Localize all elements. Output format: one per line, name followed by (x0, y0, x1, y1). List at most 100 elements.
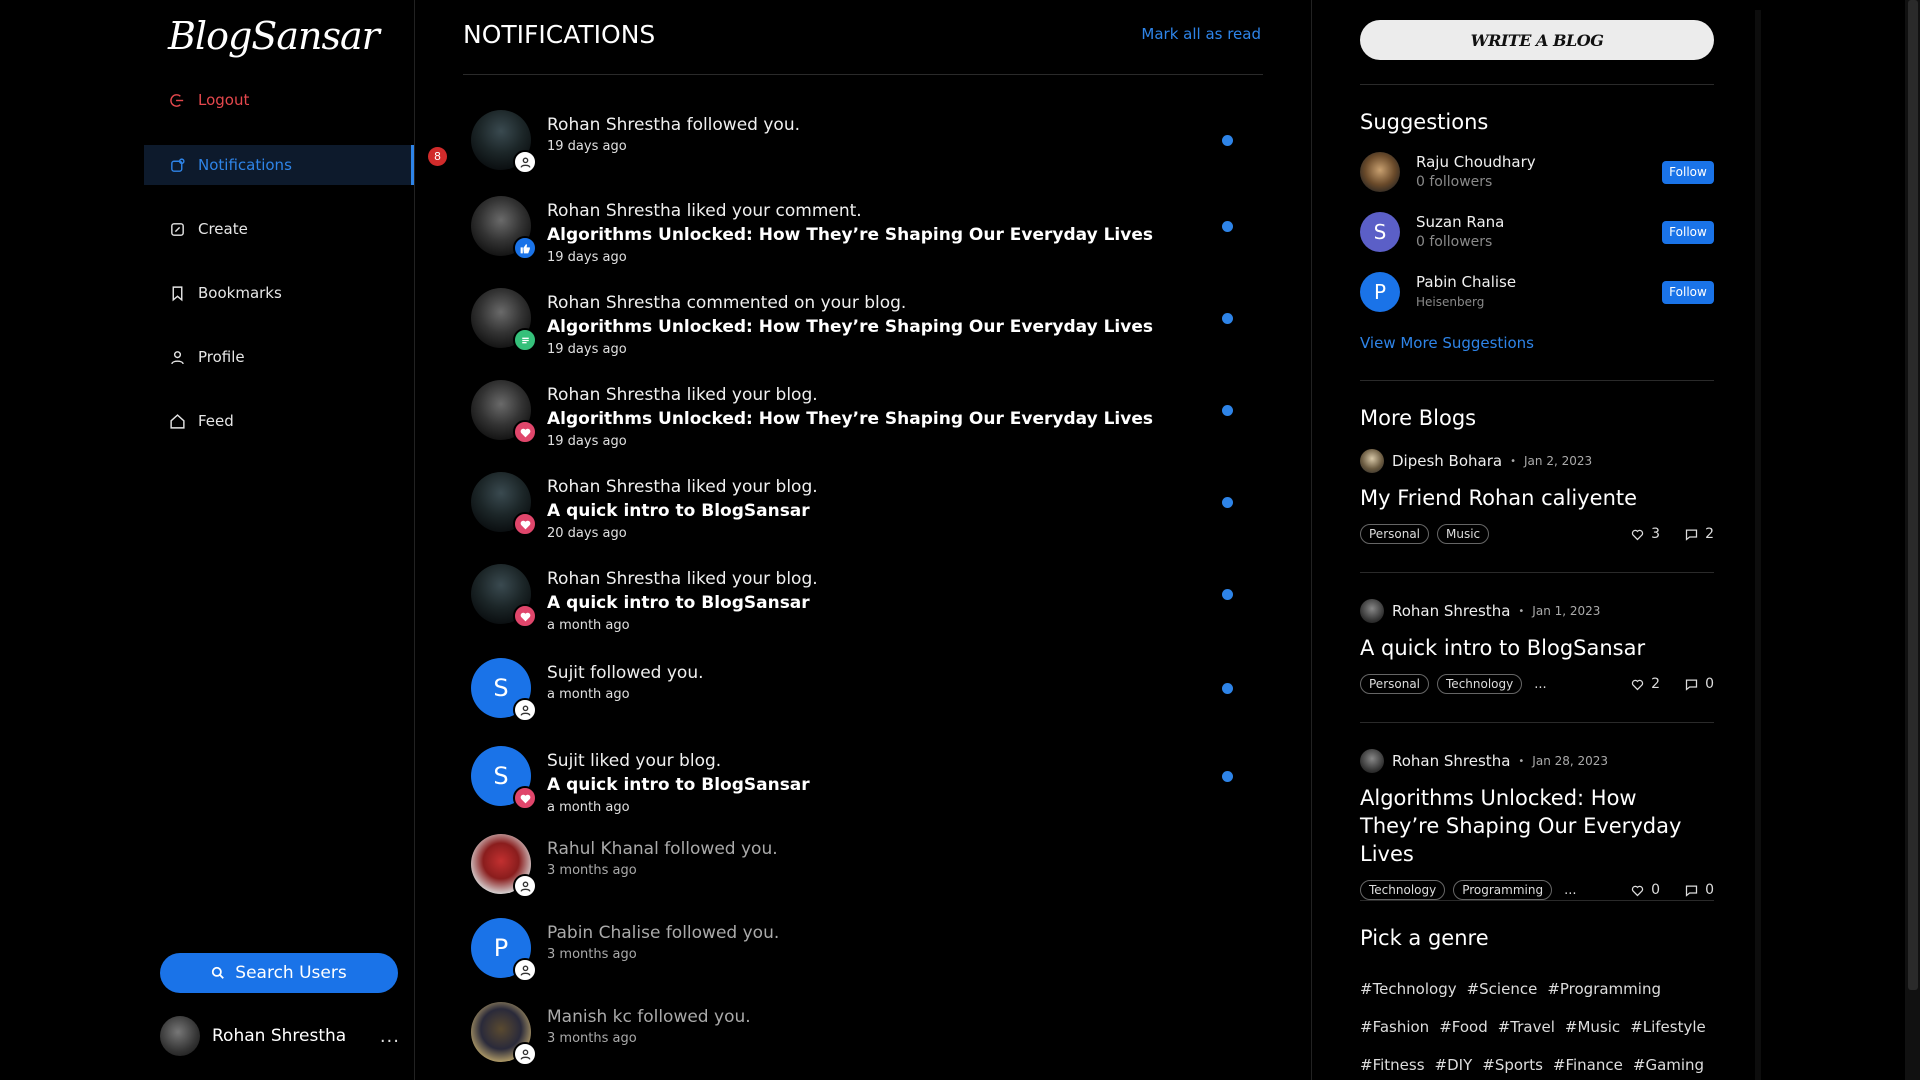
genre-tag[interactable]: #Music (1565, 1018, 1620, 1036)
notification-blog-title[interactable]: A quick intro to BlogSansar (547, 591, 1261, 616)
divider (463, 74, 1263, 75)
notification-time: 3 months ago (547, 863, 637, 878)
notification-item[interactable]: Rahul Khanal followed you. 3 months ago (471, 834, 1261, 898)
blog-meta: Rohan Shrestha • Jan 1, 2023 (1360, 598, 1714, 624)
genre-tag[interactable]: #Finance (1553, 1056, 1623, 1074)
notification-item[interactable]: P Pabin Chalise followed you. 3 months ago (471, 918, 1261, 982)
tag-chip[interactable]: Music (1437, 524, 1490, 544)
suggestion-name[interactable]: Suzan Rana (1416, 212, 1662, 232)
genre-tag[interactable]: #Travel (1498, 1018, 1555, 1036)
suggestion-name[interactable]: Pabin Chalise (1416, 272, 1662, 292)
view-more-suggestions-link[interactable]: View More Suggestions (1360, 334, 1534, 352)
notification-blog-title[interactable]: Algorithms Unlocked: How They’re Shaping… (547, 315, 1261, 340)
search-users-label: Search Users (235, 963, 347, 983)
follow-button[interactable]: Follow (1662, 220, 1714, 244)
genre-tag[interactable]: #Fashion (1360, 1018, 1429, 1036)
genre-row: #Fitness #DIY #Sports #Finance #Gaming (1360, 1046, 1714, 1080)
avatar[interactable]: S (1360, 212, 1400, 252)
like-count[interactable]: 2 (1630, 676, 1660, 692)
notification-blog-title[interactable]: A quick intro to BlogSansar (547, 773, 1261, 798)
blog-title[interactable]: A quick intro to BlogSansar (1360, 634, 1714, 662)
notification-blog-title[interactable]: Algorithms Unlocked: How They’re Shaping… (547, 223, 1261, 248)
comment-count[interactable]: 0 (1684, 882, 1714, 898)
notification-item[interactable]: Manish kc followed you. 3 months ago (471, 1002, 1261, 1066)
sidebar-item-bookmarks[interactable]: Bookmarks (144, 273, 414, 313)
blog-date: Jan 1, 2023 (1532, 604, 1601, 618)
notification-text: Rohan Shrestha commented on your blog. Al… (547, 288, 1261, 360)
current-user-footer[interactable]: Rohan Shrestha ... (160, 1016, 400, 1056)
logout-link[interactable]: Logout (144, 80, 414, 120)
blog-author[interactable]: Rohan Shrestha (1392, 752, 1510, 770)
scrollbar-thumb[interactable] (1908, 0, 1918, 990)
genre-tag[interactable]: #Fitness (1360, 1056, 1425, 1074)
tag-chip[interactable]: Programming (1453, 880, 1553, 900)
blog-stats: 20 (1606, 676, 1714, 692)
avatar[interactable] (1360, 449, 1384, 473)
notification-item[interactable]: Rohan Shrestha liked your blog. Algorithm… (471, 380, 1261, 452)
write-blog-button[interactable]: WRITE A BLOG (1360, 20, 1714, 60)
thumb-icon (513, 236, 537, 260)
app-logo[interactable]: BlogSansar (168, 14, 380, 58)
notification-item[interactable]: S Sujit followed you. a month ago (471, 658, 1261, 722)
notification-item[interactable]: Rohan Shrestha commented on your blog. Al… (471, 288, 1261, 360)
suggestion-name[interactable]: Raju Choudhary (1416, 152, 1662, 172)
avatar[interactable]: P (1360, 272, 1400, 312)
genre-tag[interactable]: #DIY (1435, 1056, 1473, 1074)
page-scrollbar[interactable] (1905, 0, 1920, 1080)
genre-tag[interactable]: #Lifestyle (1630, 1018, 1706, 1036)
blog-author[interactable]: Rohan Shrestha (1392, 602, 1510, 620)
divider (1360, 722, 1714, 723)
tag-chip[interactable]: Personal (1360, 524, 1430, 544)
blog-title[interactable]: My Friend Rohan caliyente (1360, 484, 1714, 512)
notification-item[interactable]: Rohan Shrestha liked your blog. A quick i… (471, 564, 1261, 636)
like-count[interactable]: 3 (1630, 526, 1660, 542)
notification-item[interactable]: Rohan Shrestha followed you. 19 days ago (471, 110, 1261, 174)
comment-count[interactable]: 2 (1684, 526, 1714, 542)
unread-dot (1222, 135, 1233, 146)
avatar-wrapper (471, 1002, 537, 1066)
notification-item[interactable]: Rohan Shrestha liked your blog. A quick i… (471, 472, 1261, 544)
avatar[interactable] (1360, 152, 1400, 192)
genre-tag[interactable]: #Gaming (1633, 1056, 1704, 1074)
comment-count[interactable]: 0 (1684, 676, 1714, 692)
notification-blog-title[interactable]: A quick intro to BlogSansar (547, 499, 1261, 524)
blog-author[interactable]: Dipesh Bohara (1392, 452, 1502, 470)
follow-button[interactable]: Follow (1662, 160, 1714, 184)
avatar[interactable] (1360, 749, 1384, 773)
notification-time: 19 days ago (547, 250, 627, 265)
comment-icon (1684, 883, 1705, 898)
more-tags[interactable]: ... (1564, 883, 1576, 898)
genre-tag[interactable]: #Programming (1547, 980, 1661, 998)
avatar[interactable] (1360, 599, 1384, 623)
tag-chip[interactable]: Technology (1360, 880, 1446, 900)
notification-item[interactable]: S Sujit liked your blog. A quick intro to … (471, 746, 1261, 818)
blog-stats: 32 (1606, 526, 1714, 542)
blog-title[interactable]: Algorithms Unlocked: How They’re Shaping… (1360, 784, 1714, 868)
genre-tag[interactable]: #Food (1439, 1018, 1488, 1036)
comment-count-value: 0 (1705, 676, 1714, 692)
more-options-icon[interactable]: ... (380, 1026, 400, 1047)
right-scrollbar[interactable] (1755, 10, 1761, 1080)
genre-tag[interactable]: #Sports (1482, 1056, 1543, 1074)
left-sidebar: BlogSansar Logout Notifications 8 Create (0, 0, 447, 1080)
notification-blog-title[interactable]: Algorithms Unlocked: How They’re Shaping… (547, 407, 1261, 432)
tag-chip[interactable]: Technology (1437, 674, 1523, 694)
sidebar-item-notifications[interactable]: Notifications 8 (144, 145, 447, 185)
more-tags[interactable]: ... (1534, 677, 1546, 692)
notification-item[interactable]: Rohan Shrestha liked your comment. Algori… (471, 196, 1261, 268)
sidebar-item-label: Bookmarks (198, 284, 282, 302)
follow-button[interactable]: Follow (1662, 280, 1714, 304)
mark-all-read-link[interactable]: Mark all as read (1141, 25, 1261, 43)
sidebar-item-profile[interactable]: Profile (144, 337, 414, 377)
heart-icon (1630, 883, 1651, 898)
blog-card: Dipesh Bohara • Jan 2, 2023 My Friend Rohan… (1360, 448, 1714, 546)
genre-row: #Fashion #Food #Travel #Music #Lifestyle (1360, 1008, 1714, 1046)
notification-text: Rohan Shrestha liked your blog. Algorithm… (547, 380, 1261, 452)
search-users-button[interactable]: Search Users (160, 953, 398, 993)
genre-tag[interactable]: #Technology (1360, 980, 1457, 998)
tag-chip[interactable]: Personal (1360, 674, 1430, 694)
sidebar-item-feed[interactable]: Feed (144, 401, 414, 441)
genre-tag[interactable]: #Science (1467, 980, 1538, 998)
sidebar-item-create[interactable]: Create (144, 209, 414, 249)
like-count[interactable]: 0 (1630, 882, 1660, 898)
